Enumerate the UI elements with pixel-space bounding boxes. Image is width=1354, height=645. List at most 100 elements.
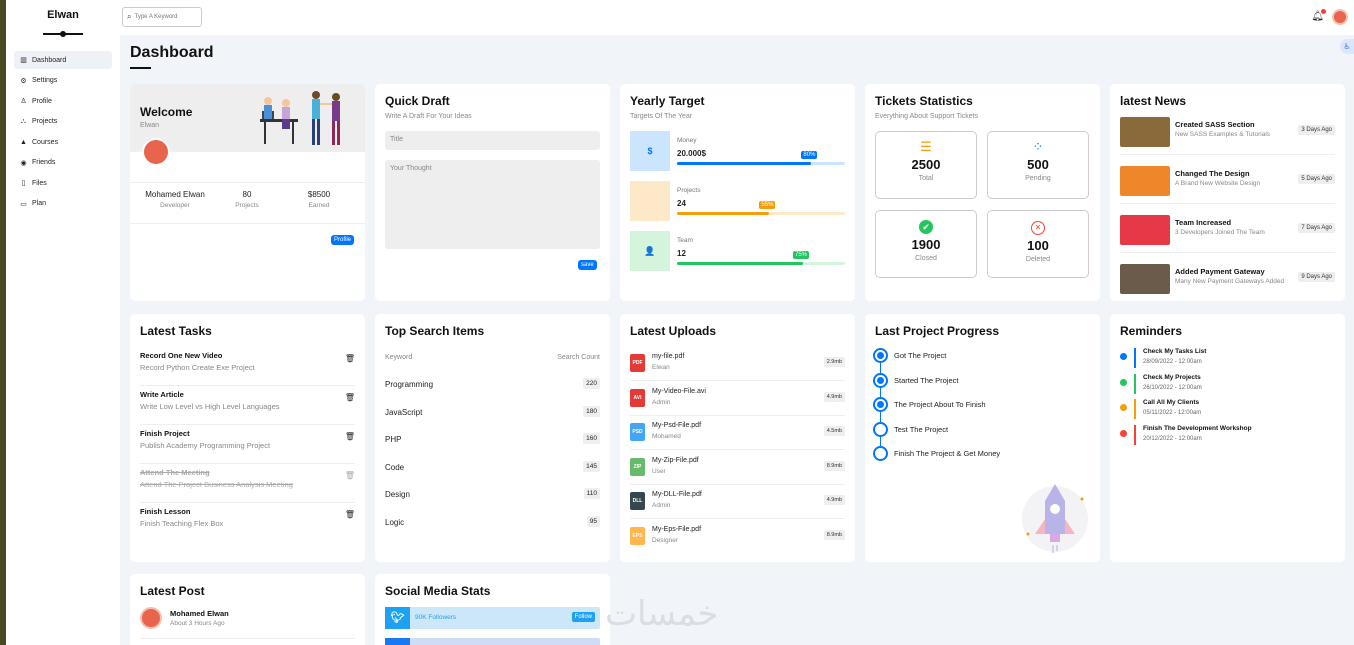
save-button[interactable]: save: [578, 260, 597, 270]
profile-button[interactable]: Profile: [331, 235, 355, 245]
task-description: Finish Teaching Flex Box: [140, 519, 224, 528]
search-count-badge: 180: [583, 405, 600, 417]
task-item: Finish Lesson Finish Teaching Flex Box 🗑︎: [140, 503, 355, 542]
search-item-row: Code 145: [385, 460, 600, 472]
trash-icon[interactable]: 🗑︎: [345, 354, 355, 363]
user-name: Mohamed Elwan: [145, 190, 205, 199]
ticket-pending-box: ⁘ 500 Pending: [987, 131, 1089, 199]
target-value: 24: [677, 199, 686, 208]
target-progress-track: [677, 162, 845, 165]
target-progress-track: [677, 212, 845, 215]
news-item[interactable]: Changed The Design A Brand New Website De…: [1120, 160, 1335, 204]
search-count-badge: 110: [583, 488, 600, 499]
tasks-card: Latest Tasks Record One New Video Record …: [130, 314, 365, 562]
reminder-date: 28/09/2022 - 12:00am: [1143, 359, 1202, 365]
sidebar-item-label: Courses: [32, 138, 59, 146]
card-title: latest News: [1120, 94, 1187, 108]
file-owner: User: [652, 467, 666, 475]
bell-icon[interactable]: 🔔︎: [1311, 9, 1326, 22]
draft-title-input[interactable]: Title: [385, 131, 600, 150]
card-title: Quick Draft: [385, 94, 450, 108]
progress-step-marker: [873, 397, 888, 412]
card-title: Latest Post: [140, 584, 205, 598]
sidebar-item-profile[interactable]: ♙ Profile: [14, 92, 112, 110]
trash-icon[interactable]: 🗑︎: [345, 510, 355, 519]
welcome-card: Welcome Elwan Mohamed Elwan Developer 80…: [130, 84, 365, 301]
progress-step-marker: [873, 446, 888, 461]
page-title: Dashboard: [130, 44, 214, 61]
target-percent-badge: 55%: [759, 201, 776, 209]
column-header-count: Search Count: [557, 354, 600, 361]
news-item[interactable]: Created SASS Section New SASS Examples & …: [1120, 111, 1335, 155]
sidebar-item-files[interactable]: ▯ Files: [14, 174, 112, 192]
follow-button[interactable]: Follow: [571, 612, 595, 622]
task-item: Write Article Write Low Level vs High Lev…: [140, 386, 355, 425]
upload-item[interactable]: AVI My-Video-File.avi Admin 4.9mb: [630, 382, 845, 416]
post-author: Mohamed Elwan: [170, 609, 229, 618]
file-name: My-DLL-File.pdf: [652, 491, 702, 498]
sidebar-item-courses[interactable]: ▲ Courses: [14, 133, 112, 151]
ticket-closed-box: ✔ 1900 Closed: [875, 210, 977, 278]
sidebar-item-plan[interactable]: ▭ Plan: [14, 195, 112, 213]
task-description: Attend The Project Business Analysis Mee…: [140, 480, 293, 489]
avatar[interactable]: [1332, 9, 1348, 25]
file-icon: ▯: [21, 180, 26, 187]
target-progress-fill: [677, 262, 803, 265]
news-title: Changed The Design: [1175, 169, 1250, 178]
diagram-icon: ⛬: [21, 117, 26, 125]
twitter-icon: 🐦︎: [385, 607, 410, 629]
sidebar-item-dashboard[interactable]: ▥ Dashboard: [14, 51, 112, 69]
sidebar-item-friends[interactable]: ◉ Friends: [14, 154, 112, 172]
file-size-badge: 4.9mb: [823, 391, 845, 402]
search-input[interactable]: ⌕ Type A Keyword: [122, 7, 202, 27]
card-title: Tickets Statistics: [875, 94, 973, 108]
task-item: Attend The Meeting Attend The Project Bus…: [140, 464, 355, 503]
upload-item[interactable]: PSD My-Psd-File.pdf Mohamed 4.5mb: [630, 416, 845, 450]
accessibility-icon[interactable]: ♿︎: [1340, 39, 1354, 54]
reminder-item: Call All My Clients 05/11/2022 - 12:00am: [1120, 399, 1335, 423]
sidebar-item-settings[interactable]: ⚙ Settings: [14, 72, 112, 90]
file-name: My-Psd-File.pdf: [652, 422, 702, 429]
progress-step-marker: [873, 348, 888, 363]
upload-item[interactable]: EPS My-Eps-File.pdf Designer 8.9mb: [630, 520, 845, 554]
top-search-card: Top Search Items Keyword Search Count Pr…: [375, 314, 610, 562]
brand-divider: [43, 31, 83, 37]
sidebar-item-projects[interactable]: ⛬ Projects: [14, 113, 112, 131]
progress-step-label: Finish The Project & Get Money: [894, 449, 1001, 458]
target-label: Money: [677, 137, 697, 144]
upload-item[interactable]: PDF my-file.pdf Elwan 2.9mb: [630, 347, 845, 381]
sidebar-nav: ▥ Dashboard ⚙ Settings ♙ Profile ⛬ Projects …: [6, 51, 120, 213]
trash-icon[interactable]: 🗑︎: [345, 471, 355, 480]
news-description: Many New Payment Gateways Added: [1175, 278, 1285, 285]
progress-step-label: Test The Project: [894, 424, 949, 434]
news-description: 3 Developers Joined The Team: [1175, 229, 1265, 236]
placeholder: Your Thought: [390, 165, 432, 172]
ticket-label: Closed: [915, 255, 937, 262]
news-item[interactable]: Team Increased 3 Developers Joined The Te…: [1120, 209, 1335, 253]
sidebar-item-label: Files: [32, 179, 47, 187]
ticket-value: 500: [1027, 157, 1049, 172]
user-icon: 👤: [630, 231, 670, 271]
reminder-bar: [1134, 399, 1136, 419]
ticket-label: Deleted: [1025, 256, 1051, 263]
news-item[interactable]: Added Payment Gateway Many New Payment Ga…: [1120, 258, 1335, 301]
followers-count: 90K Followers: [415, 614, 457, 621]
file-size-badge: 4.5mb: [823, 426, 845, 436]
file-type-icon: EPS: [630, 526, 645, 545]
sidebar-item-label: Plan: [32, 200, 47, 207]
progress-step-label: Got The Project: [894, 351, 947, 360]
file-type-icon: DLL: [630, 492, 645, 510]
file-type-icon: PDF: [630, 354, 645, 372]
draft-thought-textarea[interactable]: Your Thought: [385, 160, 600, 249]
target-label: Team: [677, 237, 693, 244]
news-time-badge: 7 Days Ago: [1298, 223, 1335, 233]
trash-icon[interactable]: 🗑︎: [345, 393, 355, 402]
file-type-icon: ZIP: [630, 457, 645, 476]
latest-post-card: Latest Post Mohamed Elwan About 3 Hours …: [130, 574, 365, 645]
upload-item[interactable]: ZIP My-Zip-File.pdf User 8.9mb: [630, 451, 845, 485]
file-owner: Admin: [652, 398, 671, 406]
trash-icon[interactable]: 🗑︎: [345, 432, 355, 441]
file-size-badge: 8.9mb: [823, 460, 845, 471]
x-circle-icon: ✕: [988, 219, 1088, 235]
upload-item[interactable]: DLL My-DLL-File.pdf Admin 4.9mb: [630, 485, 845, 519]
